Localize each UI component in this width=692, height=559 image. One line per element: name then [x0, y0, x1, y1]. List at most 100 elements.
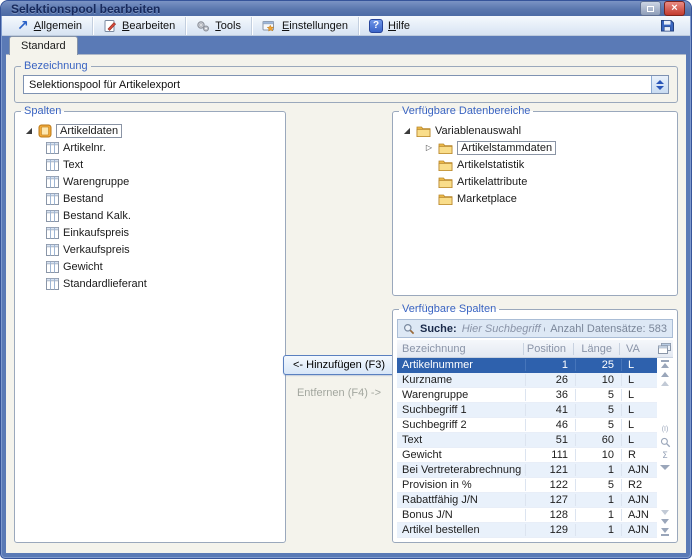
gears-icon — [196, 19, 210, 33]
collapsed-icon[interactable]: ▷ — [424, 144, 434, 152]
tree-node-column[interactable]: Text — [19, 156, 281, 173]
bezeichnung-value: Selektionspool für Artikelexport — [24, 79, 651, 91]
tree-node-label: Artikelstammdaten — [457, 141, 556, 155]
dialog-window: Selektionspool bearbeiten × ↗ Allgemein … — [0, 0, 692, 559]
row-down-icon[interactable] — [661, 519, 669, 524]
window-title: Selektionspool bearbeiten — [11, 2, 637, 16]
tab-standard[interactable]: Standard — [9, 36, 78, 55]
column-chooser-icon[interactable] — [655, 343, 673, 354]
tree-node-column[interactable]: Verkaufspreis — [19, 241, 281, 258]
tree-node-artikelstammdaten[interactable]: ▷ Artikelstammdaten — [397, 139, 673, 156]
table-row[interactable]: Provision in %1225R2 — [397, 478, 657, 493]
spin-up-icon — [656, 80, 664, 84]
search-icon — [403, 323, 415, 335]
toolbar-separator — [358, 17, 359, 35]
tree-node-label: Artikelattribute — [457, 176, 527, 188]
sum-icon[interactable]: Σ — [662, 452, 668, 461]
tree-node-label: Artikeldaten — [56, 124, 122, 138]
tree-node-column[interactable]: Gewicht — [19, 258, 281, 275]
close-button[interactable]: × — [664, 1, 685, 16]
hinzufuegen-button[interactable]: <- Hinzufügen (F3) — [283, 355, 395, 375]
tree-node-marketplace[interactable]: Marketplace — [397, 190, 673, 207]
spalten-caption: Spalten — [21, 105, 64, 117]
tree-node-artikelattribute[interactable]: Artikelattribute — [397, 173, 673, 190]
save-button[interactable] — [653, 16, 682, 35]
tree-node-column[interactable]: Artikelnr. — [19, 139, 281, 156]
folder-icon — [438, 159, 453, 171]
row-up-icon[interactable] — [661, 372, 669, 377]
tree-node-artikelstatistik[interactable]: Artikelstatistik — [397, 156, 673, 173]
tree-node-variablenauswahl[interactable]: ◢ Variablenauswahl — [397, 122, 673, 139]
tree-node-label: Warengruppe — [63, 176, 129, 188]
search-bar[interactable]: Suche: Anzahl Datensätze: 583 — [397, 319, 673, 338]
tree-node-label: Artikelstatistik — [457, 159, 524, 171]
folder-icon — [438, 176, 453, 188]
combo-dropdown-button[interactable] — [651, 76, 668, 93]
tab-strip: Standard — [1, 36, 691, 54]
title-bar[interactable]: Selektionspool bearbeiten × — [1, 1, 691, 16]
tree-node-column[interactable]: Bestand — [19, 190, 281, 207]
scroll-bottom-icon[interactable] — [661, 528, 669, 536]
tools-button[interactable]: Tools — [189, 17, 248, 35]
spalten-tree: ◢ Artikeldaten Artikelnr. Tex — [17, 119, 283, 295]
tree-node-label: Gewicht — [63, 261, 103, 273]
folder-icon — [438, 142, 453, 154]
table-row[interactable]: Kurzname2610L — [397, 373, 657, 388]
hilfe-label: Hilfe — [388, 20, 410, 32]
expanded-icon[interactable]: ◢ — [24, 127, 34, 135]
filter-icon[interactable] — [660, 465, 670, 470]
page-up-icon[interactable] — [661, 381, 669, 386]
tree-node-label: Einkaufspreis — [63, 227, 129, 239]
help-icon: ? — [369, 19, 383, 33]
settings-window-icon — [262, 19, 277, 33]
tree-node-column[interactable]: Bestand Kalk. — [19, 207, 281, 224]
allgemein-button[interactable]: ↗ Allgemein — [10, 17, 89, 35]
column-header-va[interactable]: VA — [619, 343, 655, 355]
table-row[interactable]: Artikelnummer125L — [397, 358, 657, 373]
table-row[interactable]: Text5160L — [397, 433, 657, 448]
grid-rows: Artikelnummer125L Kurzname2610L Warengru… — [397, 358, 657, 538]
expanded-icon[interactable]: ◢ — [402, 127, 412, 135]
table-row[interactable]: Bei Vertreterabrechnung berücksichtige12… — [397, 463, 657, 478]
transfer-column: <- Hinzufügen (F3) Entfernen (F4) -> — [286, 105, 392, 543]
spalten-group: Spalten ◢ Artikeldaten Artikelnr. — [14, 105, 286, 543]
toolbar-separator — [251, 17, 252, 35]
tree-node-label: Marketplace — [457, 193, 517, 205]
column-header-position[interactable]: Position — [523, 343, 573, 355]
table-row[interactable]: Rabattfähig J/N1271AJN — [397, 493, 657, 508]
column-header-laenge[interactable]: Länge — [573, 343, 619, 355]
arrow-up-right-icon: ↗ — [17, 19, 29, 33]
search-input[interactable] — [462, 323, 546, 335]
main-area: Spalten ◢ Artikeldaten Artikelnr. — [14, 105, 678, 543]
datenbereiche-group: Verfügbare Datenbereiche ◢ Variablenausw… — [392, 105, 678, 296]
restore-button[interactable] — [640, 1, 661, 16]
left-column: Spalten ◢ Artikeldaten Artikelnr. — [14, 105, 286, 543]
table-row[interactable]: Bonus J/N1281AJN — [397, 508, 657, 523]
table-row[interactable]: Artikel bestellen1291AJN — [397, 523, 657, 538]
bezeichnung-caption: Bezeichnung — [21, 60, 91, 72]
einstellungen-button[interactable]: Einstellungen — [255, 17, 355, 35]
table-columns-icon — [46, 193, 59, 205]
record-indicator-icon: (I) — [662, 426, 669, 433]
tree-node-label: Standardlieferant — [63, 278, 147, 290]
column-header-bezeichnung[interactable]: Bezeichnung — [397, 343, 523, 355]
bezeichnung-combobox[interactable]: Selektionspool für Artikelexport — [23, 75, 669, 94]
hilfe-button[interactable]: ? Hilfe — [362, 17, 417, 35]
grid-search-icon[interactable] — [660, 437, 671, 448]
tree-node-artikeldaten[interactable]: ◢ Artikeldaten — [19, 122, 281, 139]
tree-node-label: Text — [63, 159, 83, 171]
table-columns-icon — [46, 278, 59, 290]
tree-node-label: Bestand — [63, 193, 103, 205]
table-row[interactable]: Suchbegriff 2465L — [397, 418, 657, 433]
bearbeiten-button[interactable]: Bearbeiten — [96, 17, 182, 35]
page-down-icon[interactable] — [661, 510, 669, 515]
table-row[interactable]: Warengruppe365L — [397, 388, 657, 403]
scroll-top-icon[interactable] — [661, 360, 669, 368]
table-row[interactable]: Gewicht11110R — [397, 448, 657, 463]
tree-node-column[interactable]: Einkaufspreis — [19, 224, 281, 241]
tree-node-column[interactable]: Warengruppe — [19, 173, 281, 190]
folder-icon — [438, 193, 453, 205]
folder-icon — [416, 125, 431, 137]
tree-node-column[interactable]: Standardlieferant — [19, 275, 281, 292]
table-row[interactable]: Suchbegriff 1415L — [397, 403, 657, 418]
